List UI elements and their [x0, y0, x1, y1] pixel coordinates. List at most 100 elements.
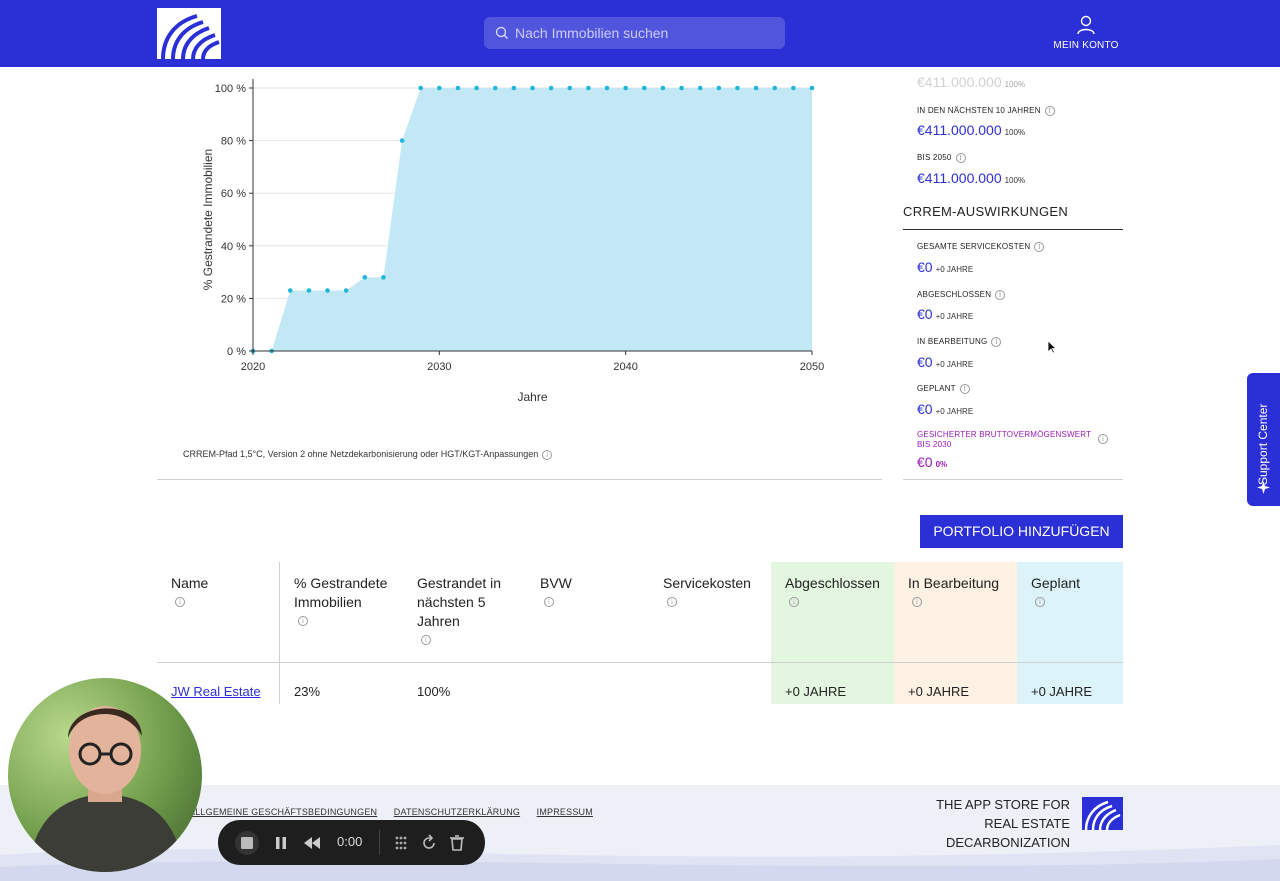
column-header-stranded-5y[interactable]: Gestrandet in nächsten 5 Jahren [417, 574, 517, 631]
data-point [511, 85, 517, 91]
data-point [604, 85, 610, 91]
service-costs-value: €0 +0 JAHRE [917, 259, 973, 275]
completed-label: ABGESCHLOSSEN i [917, 290, 1006, 300]
footer-link-terms[interactable]: ALLGEMEINE GESCHÄFTSBEDINGUNGEN [189, 807, 377, 817]
search-input[interactable]: Nach Immobilien suchen [515, 25, 668, 41]
cut-off-value-amount: €411.000.000 [917, 74, 1002, 90]
pause-icon[interactable] [269, 831, 293, 855]
info-icon[interactable]: i [995, 290, 1006, 300]
y-tick-label: 60 % [221, 188, 246, 200]
x-tick-label: 2040 [613, 361, 637, 373]
info-icon[interactable]: i [175, 597, 185, 607]
mouse-cursor-icon [1047, 340, 1057, 354]
data-point [343, 288, 349, 293]
data-point [623, 85, 628, 91]
recording-timer: 0:00 [337, 834, 363, 849]
info-icon[interactable]: i [1034, 242, 1045, 252]
data-point [679, 85, 684, 91]
restart-icon[interactable] [417, 831, 441, 855]
service-costs-label-text: GESAMTE SERVICEKOSTEN [917, 242, 1031, 252]
data-point [381, 275, 386, 280]
in-progress-label-text: IN BEARBEITUNG [917, 337, 988, 347]
x-tick-label: 2050 [800, 361, 824, 373]
info-icon[interactable]: i [912, 597, 922, 607]
support-center-tab[interactable]: Support Center [1247, 373, 1280, 506]
data-point [753, 85, 759, 91]
in-progress-amount: €0 [917, 354, 933, 370]
data-point [548, 85, 554, 91]
completed-label-text: ABGESCHLOSSEN [917, 290, 992, 300]
in-progress-cell: +0 JAHRE [908, 684, 970, 699]
sparkle-icon [1257, 481, 1270, 494]
completed-years: +0 JAHRE [935, 312, 974, 321]
column-service-costs: Servicekosten i [649, 562, 771, 704]
footer-wave [0, 845, 1280, 881]
column-header-planned[interactable]: Geplant [1031, 574, 1123, 593]
column-header-name[interactable]: Name [171, 574, 271, 593]
portfolio-name-link[interactable]: JW Real Estate [171, 684, 261, 699]
info-icon[interactable]: i [544, 597, 554, 607]
planned-amount: €0 [917, 401, 933, 417]
by2050-label-text: BIS 2050 [917, 153, 952, 163]
info-icon[interactable]: i [542, 449, 553, 460]
panel-bottom-divider [903, 479, 1123, 480]
info-icon[interactable]: i [959, 384, 970, 394]
info-icon[interactable]: i [1044, 106, 1055, 116]
footer-tagline: THE APP STORE FOR REAL ESTATE DECARBONIZ… [860, 795, 1070, 852]
completed-amount: €0 [917, 306, 933, 322]
data-point [455, 85, 461, 91]
trash-icon[interactable] [445, 831, 469, 855]
next10-amount: €411.000.000 [917, 122, 1002, 138]
data-point [492, 85, 498, 91]
in-progress-value: €0 +0 JAHRE [917, 354, 973, 370]
drag-handle-icon[interactable] [389, 831, 413, 855]
data-point [791, 85, 796, 91]
info-icon[interactable]: i [298, 616, 308, 626]
x-axis-label: Jahre [517, 390, 547, 404]
y-tick-label: 100 % [215, 83, 246, 95]
footer-logo [1082, 797, 1123, 830]
stop-icon[interactable] [235, 831, 259, 855]
data-point [362, 275, 368, 280]
add-portfolio-button[interactable]: PORTFOLIO HINZUFÜGEN [920, 515, 1123, 548]
search-bar[interactable]: Nach Immobilien suchen [484, 17, 785, 49]
column-header-service-costs[interactable]: Servicekosten [663, 574, 763, 593]
by2050-amount: €411.000.000 [917, 170, 1002, 186]
footer-link-privacy[interactable]: DATENSCHUTZERKLÄRUNG [394, 807, 520, 817]
header-row-divider [157, 662, 1123, 663]
stranded-percent-cell: 23% [294, 684, 321, 699]
column-in-progress: In Bearbeitung i +0 JAHRE [894, 562, 1017, 704]
secured-gbv-amount: €0 [917, 454, 933, 470]
x-tick-label: 2020 [241, 361, 265, 373]
next10-label: IN DEN NÄCHSTEN 10 JAHREN i [917, 106, 1055, 116]
service-costs-amount: €0 [917, 259, 933, 275]
info-icon[interactable]: i [955, 153, 966, 163]
column-completed: Abgeschlossen i +0 JAHRE [771, 562, 894, 704]
account-label: MEIN KONTO [1053, 40, 1119, 51]
top-header: Nach Immobilien suchen MEIN KONTO [0, 0, 1280, 67]
footer-link-imprint[interactable]: IMPRESSUM [537, 807, 593, 817]
brand-logo[interactable] [157, 8, 221, 60]
planned-label-text: GEPLANT [917, 384, 956, 394]
info-icon[interactable]: i [1035, 597, 1045, 607]
rewind-icon[interactable] [300, 831, 324, 855]
column-header-completed[interactable]: Abgeschlossen [785, 574, 885, 593]
info-icon[interactable]: i [991, 337, 1002, 347]
in-progress-label: IN BEARBEITUNG i [917, 337, 1002, 347]
y-axis-label: % Gestrandete Immobilien [201, 149, 215, 290]
info-icon[interactable]: i [789, 597, 799, 607]
info-icon[interactable]: i [421, 635, 431, 645]
column-header-bvw[interactable]: BVW [540, 574, 640, 593]
column-bvw: BVW i [526, 562, 649, 704]
data-point [697, 85, 703, 91]
account-button[interactable]: MEIN KONTO [1048, 14, 1124, 56]
info-icon[interactable]: i [667, 597, 677, 607]
column-header-stranded[interactable]: % Gestrandete Immobilien [294, 574, 394, 612]
data-point [437, 85, 442, 91]
data-point [586, 85, 591, 91]
service-costs-label: GESAMTE SERVICEKOSTEN i [917, 242, 1045, 252]
webcam-overlay [8, 678, 202, 872]
column-header-in-progress[interactable]: In Bearbeitung [908, 574, 1008, 593]
secured-gbv-label-text: GESICHERTER BRUTTOVERMÖGENSWERT BIS 2030 [917, 430, 1092, 449]
info-icon[interactable]: i [1098, 434, 1108, 444]
